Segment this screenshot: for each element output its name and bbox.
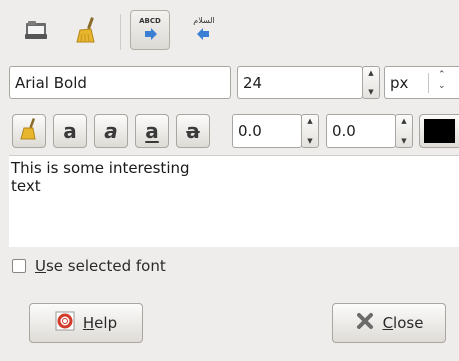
help-label: Help <box>82 314 118 332</box>
bold-icon: a <box>63 119 77 143</box>
clear-style-button[interactable] <box>12 114 46 148</box>
color-swatch <box>424 119 455 143</box>
arrow-left-icon <box>196 26 212 44</box>
font-family-field[interactable]: Arial Bold <box>9 66 231 99</box>
close-icon <box>355 311 375 335</box>
text-color-button[interactable] <box>419 114 459 148</box>
clean-button[interactable] <box>66 12 106 52</box>
help-icon <box>55 311 75 335</box>
kerning-field[interactable]: 0.0 <box>326 114 396 148</box>
kerning-spinner[interactable]: ▲ ▼ <box>395 114 413 148</box>
rtl-direction-label: السلام <box>193 16 215 25</box>
use-selected-font-checkbox[interactable] <box>12 259 26 273</box>
editor-text: This is some interesting text <box>11 159 190 195</box>
spin-up-icon[interactable]: ▲ <box>401 116 406 126</box>
font-family-value: Arial Bold <box>15 73 87 92</box>
clean-icon <box>74 16 98 48</box>
bold-button[interactable]: a <box>53 114 87 148</box>
rtl-direction-button[interactable]: السلام <box>184 10 224 50</box>
use-selected-font-label: Use selected font <box>35 257 166 275</box>
help-button[interactable]: Help <box>29 303 143 343</box>
font-size-spinner[interactable]: ▲ ▼ <box>362 66 380 99</box>
ltr-direction-label: ABCD <box>139 16 161 25</box>
open-folder-button[interactable] <box>17 12 57 52</box>
strikethrough-icon: a <box>186 119 200 143</box>
toolbar-separator <box>120 14 121 50</box>
kerning-value: 0.0 <box>332 122 356 140</box>
font-size-field[interactable]: 24 <box>237 66 363 99</box>
spin-up-icon[interactable]: ▲ <box>307 116 312 126</box>
text-editor[interactable]: This is some interesting text <box>9 155 459 247</box>
select-divider <box>428 73 429 93</box>
ltr-direction-button[interactable]: ABCD <box>130 10 170 50</box>
italic-icon: a <box>104 119 118 143</box>
underline-icon: a <box>145 119 159 143</box>
close-label: Close <box>382 314 424 332</box>
font-unit-select[interactable]: px ⌃ ⌄ <box>384 66 459 99</box>
baseline-spinner[interactable]: ▲ ▼ <box>301 114 319 148</box>
baseline-value: 0.0 <box>238 122 262 140</box>
baseline-field[interactable]: 0.0 <box>232 114 302 148</box>
arrow-right-icon <box>142 26 158 44</box>
spin-down-icon[interactable]: ▼ <box>368 87 373 97</box>
broom-icon <box>20 118 38 144</box>
spin-up-icon[interactable]: ▲ <box>368 68 373 78</box>
close-button[interactable]: Close <box>332 303 446 343</box>
combo-arrows-icon: ⌃ ⌄ <box>438 70 446 91</box>
use-selected-font-row[interactable]: Use selected font <box>12 257 166 275</box>
underline-button[interactable]: a <box>135 114 169 148</box>
spin-down-icon[interactable]: ▼ <box>401 136 406 146</box>
spin-down-icon[interactable]: ▼ <box>307 136 312 146</box>
strikethrough-button[interactable]: a <box>176 114 210 148</box>
italic-button[interactable]: a <box>94 114 128 148</box>
font-size-value: 24 <box>243 73 263 92</box>
font-unit-value: px <box>390 73 409 92</box>
folder-icon <box>24 19 50 45</box>
